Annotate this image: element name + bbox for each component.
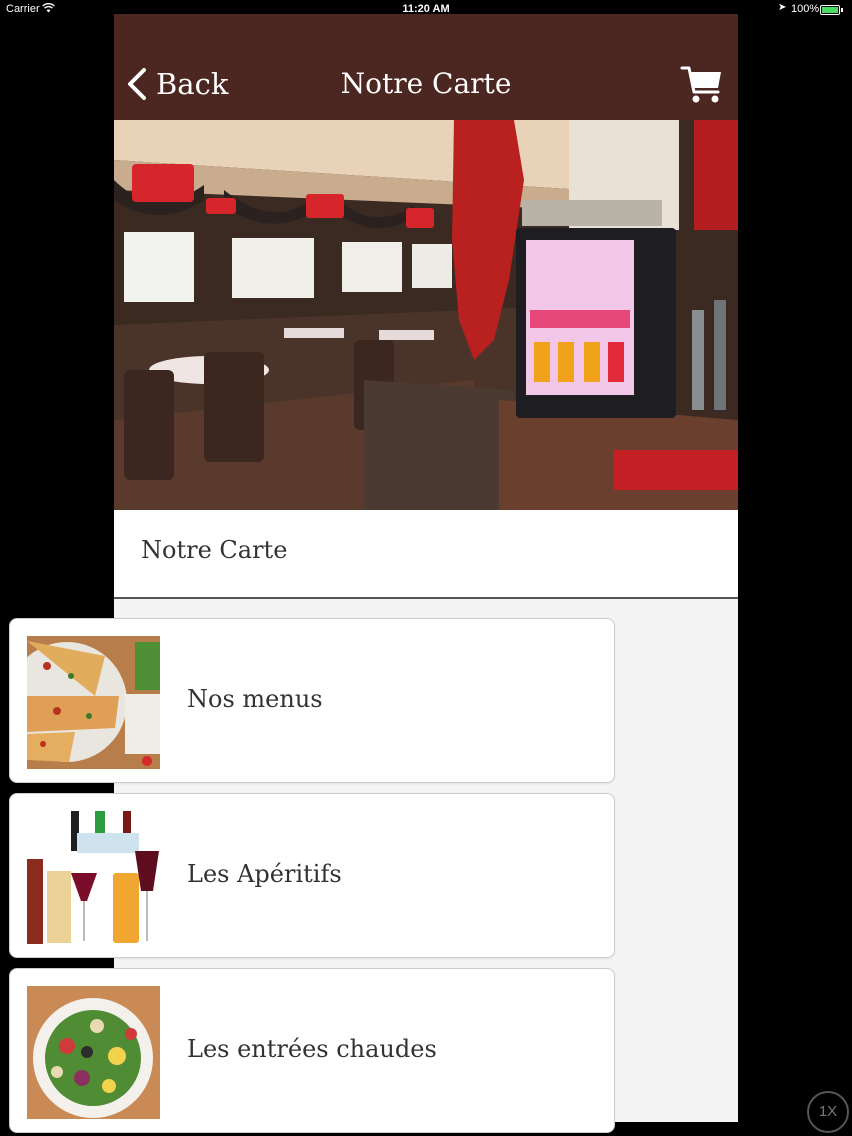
menu-item-les-aperitifs[interactable]: Les Apéritifs (9, 793, 615, 958)
section-header: Notre Carte (114, 510, 738, 599)
salad-thumbnail (27, 986, 160, 1119)
menu-item-nos-menus[interactable]: Nos menus (9, 618, 615, 783)
navigation-bar: Back Notre Carte (114, 14, 738, 120)
page-title: Notre Carte (340, 67, 512, 100)
menu-item-les-entrees-chaudes[interactable]: Les entrées chaudes (9, 968, 615, 1133)
battery-icon (820, 5, 843, 15)
restaurant-photo (114, 120, 738, 510)
pizza-thumbnail (27, 636, 160, 769)
location-arrow-icon: ➤ (778, 2, 787, 13)
zoom-badge[interactable]: 1X (807, 1091, 849, 1133)
menu-item-label: Les Apéritifs (187, 860, 342, 888)
section-title: Notre Carte (141, 536, 288, 564)
drinks-thumbnail (27, 811, 160, 944)
cart-button[interactable] (680, 62, 724, 106)
battery-percent: 100% (791, 3, 820, 15)
menu-item-label: Nos menus (187, 685, 323, 713)
cart-icon (680, 66, 721, 103)
menu-item-label: Les entrées chaudes (187, 1035, 437, 1063)
